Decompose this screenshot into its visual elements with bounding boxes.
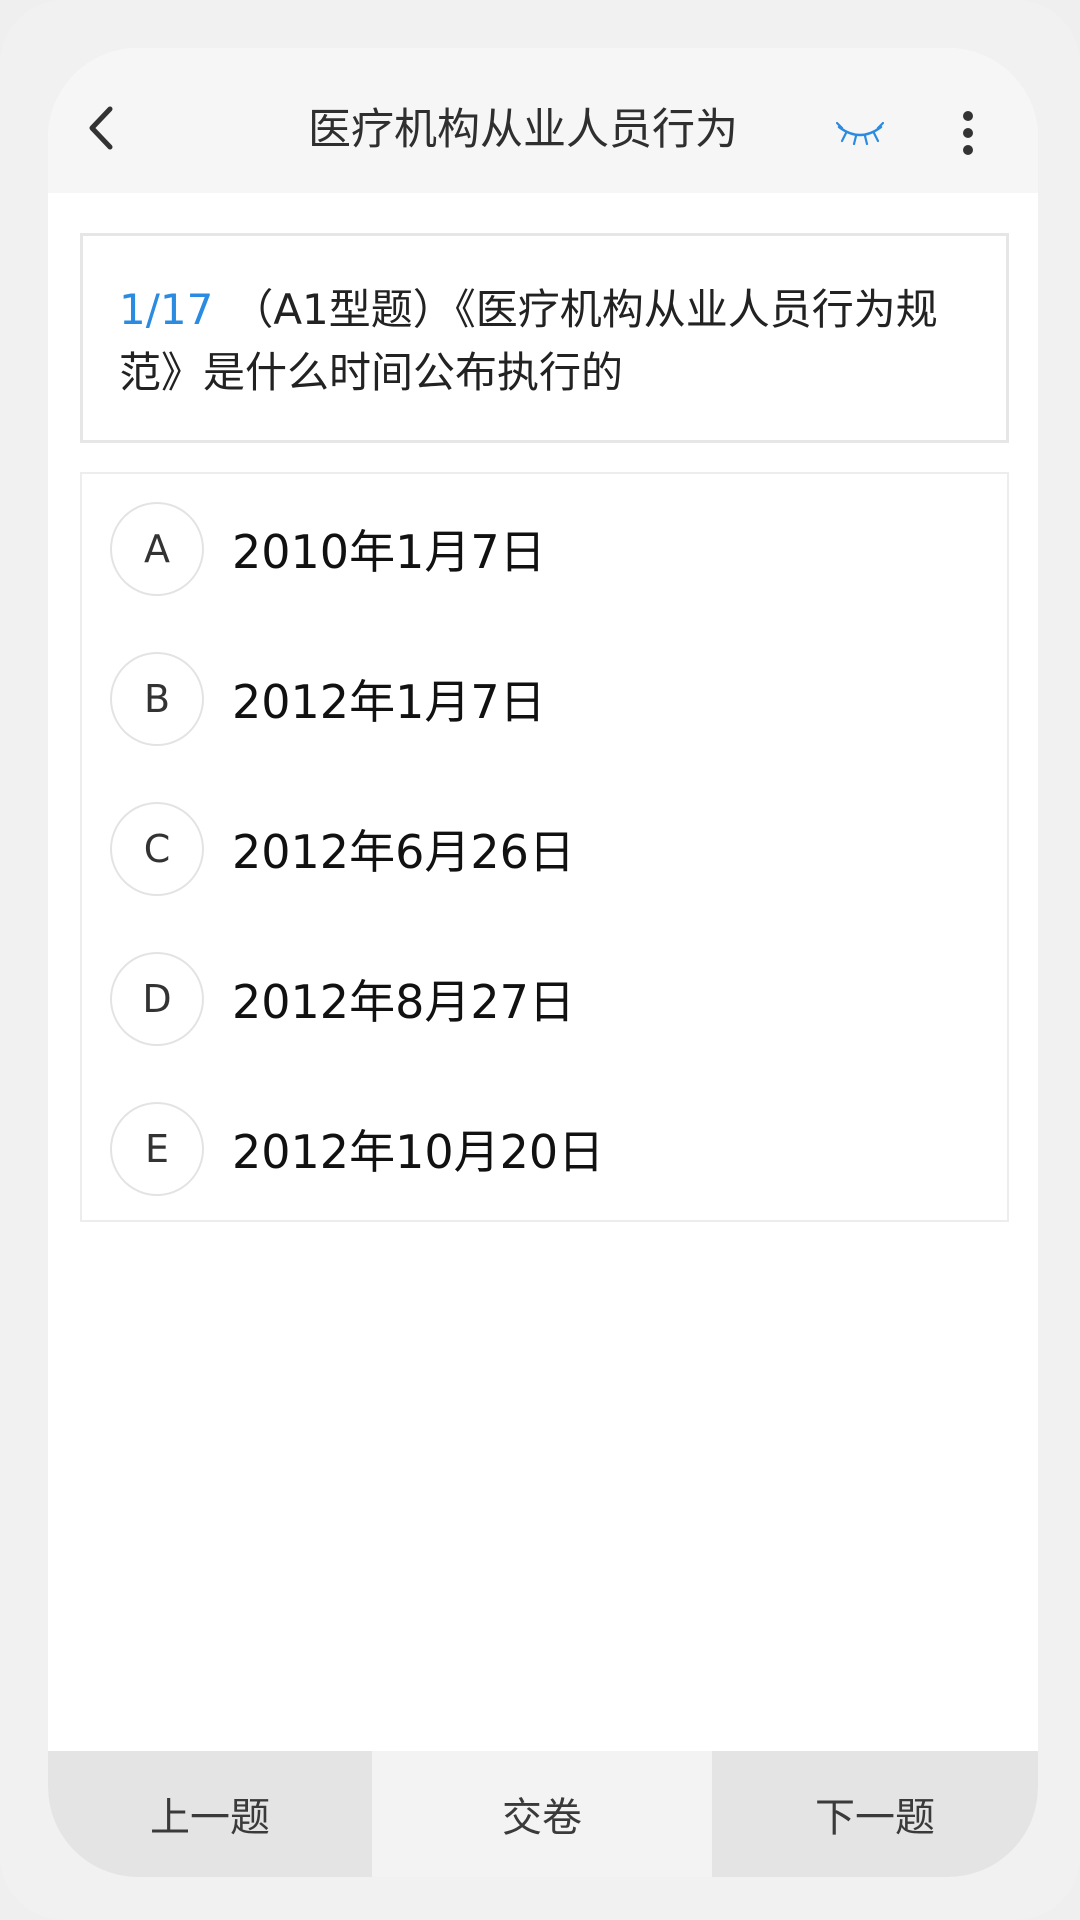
option-e[interactable]: E 2012年10月20日 <box>110 1101 970 1197</box>
top-bar: 医疗机构从业人员行为 <box>48 48 1038 193</box>
option-d[interactable]: D 2012年8月27日 <box>110 951 970 1047</box>
options-list: A 2010年1月7日 B 2012年1月7日 C 2012年6月26日 D 2… <box>80 472 1009 1222</box>
option-text: 2012年6月26日 <box>232 825 575 879</box>
option-letter: A <box>110 502 204 596</box>
option-text: 2012年10月20日 <box>232 1125 605 1179</box>
option-text: 2010年1月7日 <box>232 525 546 579</box>
question-card: 1/17 （A1型题）《医疗机构从业人员行为规范》是什么时间公布执行的 <box>80 233 1009 443</box>
app-screen: 医疗机构从业人员行为 1/17 （A1型题）《医疗机构从业人员行为规范》是什么时… <box>48 48 1038 1877</box>
more-button[interactable] <box>948 103 988 163</box>
more-vertical-icon <box>963 111 973 155</box>
device-frame: 医疗机构从业人员行为 1/17 （A1型题）《医疗机构从业人员行为规范》是什么时… <box>0 0 1080 1920</box>
eye-closed-icon <box>836 121 884 145</box>
question-text: （A1型题）《医疗机构从业人员行为规范》是什么时间公布执行的 <box>119 285 938 397</box>
option-letter: E <box>110 1102 204 1196</box>
option-letter: B <box>110 652 204 746</box>
option-text: 2012年8月27日 <box>232 975 575 1029</box>
option-a[interactable]: A 2010年1月7日 <box>110 501 970 597</box>
option-letter: D <box>110 952 204 1046</box>
back-button[interactable] <box>72 98 132 158</box>
page-title: 医疗机构从业人员行为 <box>308 105 738 155</box>
bottom-nav: 上一题 交卷 下一题 <box>48 1751 1038 1877</box>
prev-question-button[interactable]: 上一题 <box>48 1751 372 1877</box>
option-c[interactable]: C 2012年6月26日 <box>110 801 970 897</box>
chevron-left-icon <box>89 106 113 150</box>
option-text: 2012年1月7日 <box>232 675 546 729</box>
toggle-answer-button[interactable] <box>830 113 890 153</box>
option-letter: C <box>110 802 204 896</box>
question-stem: 1/17 （A1型题）《医疗机构从业人员行为规范》是什么时间公布执行的 <box>119 278 970 404</box>
submit-exam-button[interactable]: 交卷 <box>372 1751 712 1877</box>
next-question-button[interactable]: 下一题 <box>712 1751 1038 1877</box>
question-index: 1/17 <box>119 285 214 334</box>
option-b[interactable]: B 2012年1月7日 <box>110 651 970 747</box>
